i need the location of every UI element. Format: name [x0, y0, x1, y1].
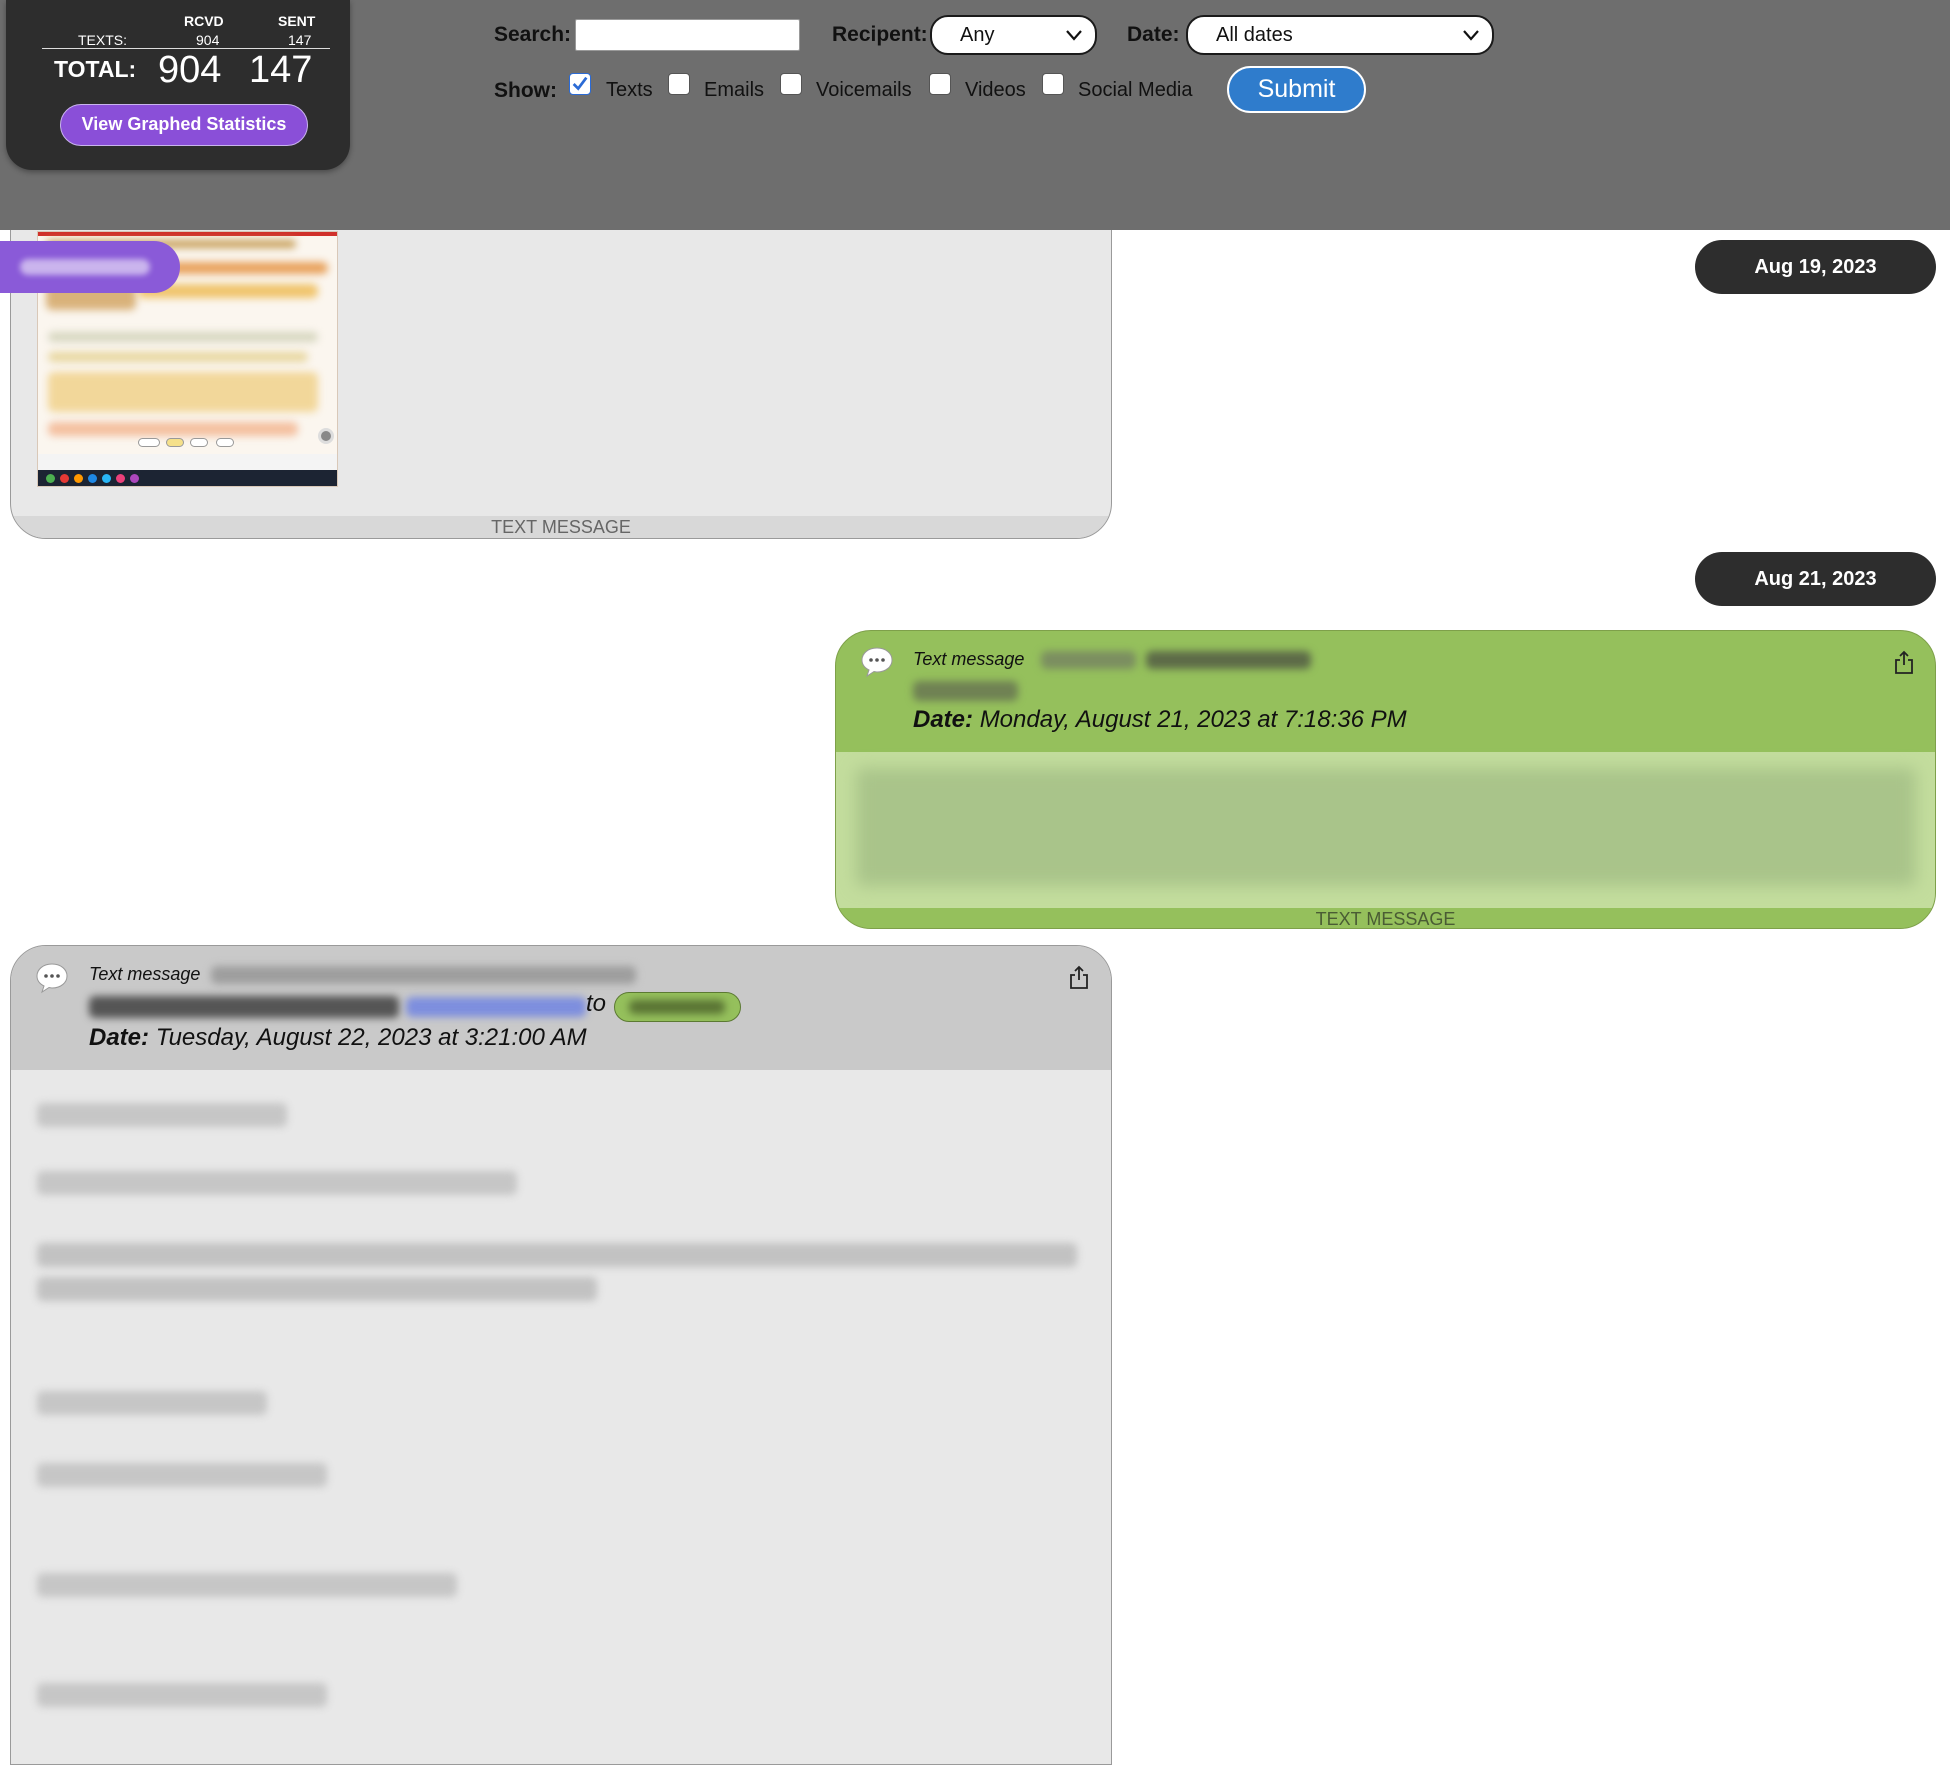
voicemails-checkbox[interactable] — [780, 73, 802, 95]
recipient-select-value: Any — [960, 24, 995, 46]
chevron-down-icon — [1463, 30, 1479, 41]
rcvd-column-header: RCVD — [184, 13, 224, 29]
share-icon[interactable] — [1068, 964, 1090, 990]
sent-column-header: SENT — [278, 13, 316, 29]
stats-panel: RCVD SENT TEXTS: 904 147 TOTAL: 904 147 … — [6, 0, 350, 170]
card-2-body — [836, 752, 1935, 910]
videos-option-label: Videos — [965, 79, 1026, 101]
chat-bubble-icon — [861, 647, 893, 678]
card-3-date: Date: Tuesday, August 22, 2023 at 3:21:0… — [89, 1024, 587, 1052]
message-card-sent: Text message Date: Monday, August 21, 20… — [835, 630, 1936, 929]
date-select[interactable]: All dates — [1186, 15, 1494, 55]
total-label: TOTAL: — [54, 56, 137, 82]
message-card-received-2: Text message to Date: Tuesday, August 22… — [10, 945, 1112, 1765]
top-toolbar: RCVD SENT TEXTS: 904 147 TOTAL: 904 147 … — [0, 0, 1950, 230]
recipient-badge[interactable] — [614, 992, 741, 1022]
recipient-select[interactable]: Any — [930, 15, 1097, 55]
card-2-type-label: TEXT MESSAGE — [836, 908, 1935, 928]
texts-option-label: Texts — [606, 79, 653, 101]
chevron-down-icon — [1066, 30, 1082, 41]
card-1-type-label: TEXT MESSAGE — [11, 516, 1111, 538]
emails-option-label: Emails — [704, 79, 765, 101]
texts-checkbox[interactable] — [569, 73, 591, 95]
submit-button[interactable]: Submit — [1227, 66, 1366, 113]
card-2-title: Text message — [913, 649, 1025, 669]
date-separator-aug-21: Aug 21, 2023 — [1695, 552, 1936, 606]
emails-checkbox[interactable] — [668, 73, 690, 95]
card-3-to-word: to — [586, 990, 607, 1017]
videos-checkbox[interactable] — [929, 73, 951, 95]
card-3-body — [27, 1091, 1089, 1764]
date-separator-aug-19: Aug 19, 2023 — [1695, 240, 1936, 294]
total-sent-count: 147 — [249, 49, 313, 91]
card-2-date-value: Monday, August 21, 2023 at 7:18:36 PM — [979, 706, 1407, 733]
texts-rcvd-count: 904 — [196, 32, 220, 48]
view-graphed-statistics-button[interactable]: View Graphed Statistics — [60, 104, 308, 146]
card-3-date-value: Tuesday, August 22, 2023 at 3:21:00 AM — [155, 1024, 587, 1051]
share-icon[interactable] — [1893, 649, 1915, 675]
recipient-label: Recipent: — [832, 23, 928, 46]
card-2-date: Date: Monday, August 21, 2023 at 7:18:36… — [913, 706, 1407, 734]
sender-phone-badge[interactable] — [0, 241, 180, 293]
texts-sent-count: 147 — [288, 32, 312, 48]
voicemails-option-label: Voicemails — [816, 79, 912, 101]
total-rcvd-count: 904 — [158, 49, 222, 91]
card-3-date-label: Date: — [89, 1024, 150, 1051]
social-media-checkbox[interactable] — [1042, 73, 1064, 95]
date-label: Date: — [1127, 23, 1180, 46]
checkbox-check-icon — [572, 76, 588, 91]
date-select-value: All dates — [1216, 24, 1293, 46]
card-2-date-label: Date: — [913, 706, 974, 733]
social-media-option-label: Social Media — [1078, 79, 1193, 101]
chat-bubble-icon — [36, 963, 68, 994]
card-3-title: Text message — [89, 964, 201, 984]
texts-label: TEXTS: — [78, 32, 128, 48]
search-input[interactable] — [575, 19, 800, 51]
show-label: Show: — [494, 79, 557, 102]
search-label: Search: — [494, 23, 572, 46]
